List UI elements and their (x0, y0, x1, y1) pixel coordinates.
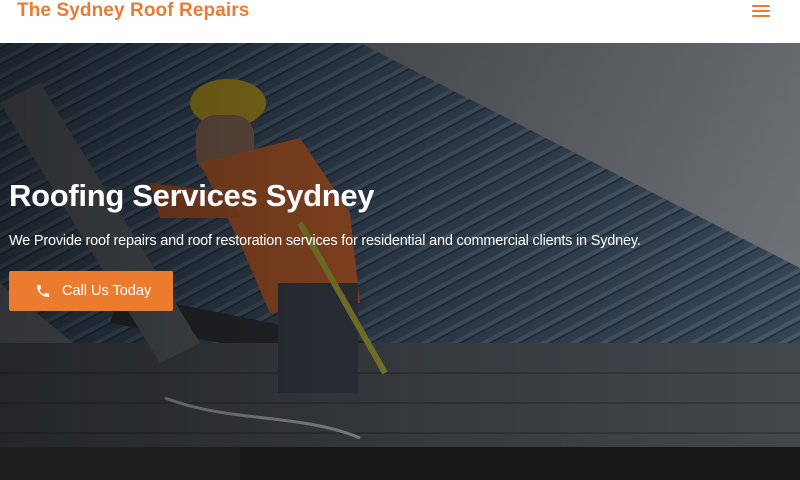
hero-title: Roofing Services Sydney (9, 178, 375, 213)
phone-icon (37, 285, 49, 297)
site-logo-text[interactable]: The Sydney Roof Repairs (17, 0, 249, 22)
site-header: The Sydney Roof Repairs (0, 0, 800, 43)
next-section-panel (240, 447, 800, 480)
call-us-button[interactable]: Call Us Today (9, 271, 173, 311)
hero-subtitle: We Provide roof repairs and roof restora… (9, 233, 641, 249)
hamburger-menu-icon[interactable] (752, 4, 770, 18)
call-us-label: Call Us Today (62, 283, 152, 299)
hero-section: Roofing Services Sydney We Provide roof … (0, 43, 800, 447)
